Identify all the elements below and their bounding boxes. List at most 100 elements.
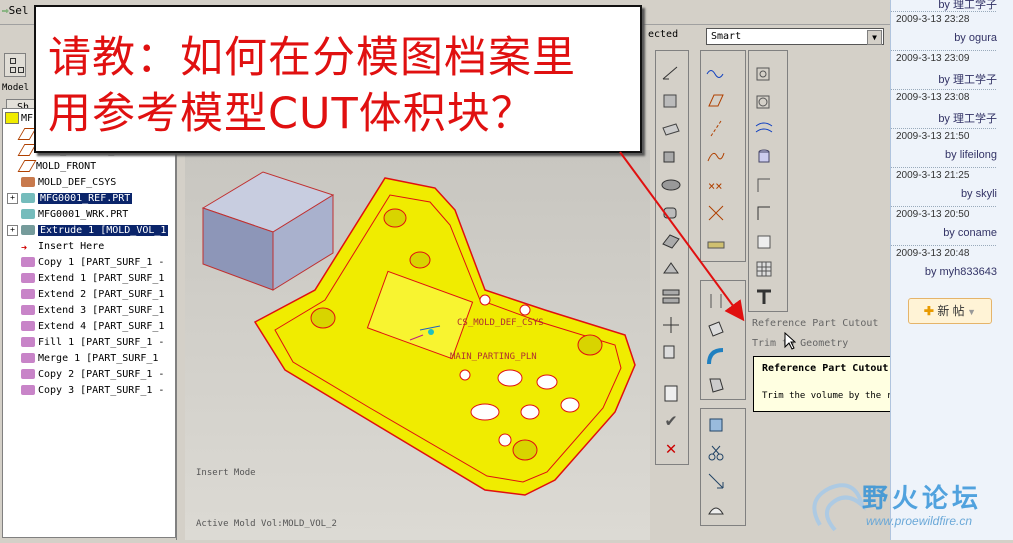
datum-plane-icon[interactable] <box>705 90 727 112</box>
expand-icon[interactable]: + <box>7 192 18 204</box>
tree-item-label: MFG0001_REF.PRT <box>38 193 133 204</box>
surface-icon[interactable] <box>753 118 775 140</box>
pattern-icon[interactable] <box>660 286 682 308</box>
oval-icon[interactable] <box>660 174 682 196</box>
tree-item[interactable]: ➜ Insert Here <box>21 239 104 255</box>
datum-curve-icon[interactable] <box>705 62 727 84</box>
analysis-icon[interactable] <box>705 230 727 252</box>
post-date: 2009-3-13 21:25 <box>896 170 970 181</box>
post-separator <box>891 128 996 129</box>
box-icon[interactable] <box>660 118 682 140</box>
surface-icon <box>21 337 35 347</box>
surface-patch-icon[interactable] <box>705 498 727 520</box>
tree-item-label: Insert Here <box>38 241 105 252</box>
post-date: 2009-3-13 21:50 <box>896 131 970 142</box>
new-post-button[interactable]: ✚ 新 帖 ▼ <box>908 298 992 324</box>
post-separator <box>891 206 996 207</box>
post-separator <box>891 50 996 51</box>
trim-to-geometry-item[interactable]: Trim to Geometry <box>752 338 848 349</box>
tree-item[interactable]: Fill 1 [PART_SURF_1 - <box>21 335 164 351</box>
t-shape-icon[interactable] <box>753 286 775 308</box>
post-author-link[interactable]: by myh833643 <box>925 266 997 278</box>
tree-item[interactable]: Extend 4 [PART_SURF_1 <box>21 319 164 335</box>
post-author-link[interactable]: by skyli <box>961 188 997 200</box>
tree-item[interactable]: MOLD_FRONT <box>17 159 97 175</box>
tree-item-label: Extrude 1 [MOLD_VOL_1 <box>38 225 169 236</box>
tree-item[interactable]: MOLD_DEF_CSYS <box>21 175 116 191</box>
tree-item-label: Fill 1 [PART_SURF_1 - <box>38 337 165 348</box>
mold-layout-icon[interactable] <box>753 90 775 112</box>
tree-item[interactable]: Copy 2 [PART_SURF_1 - <box>21 367 164 383</box>
tree-item-label: Copy 3 [PART_SURF_1 - <box>38 385 165 396</box>
part-icon <box>21 193 35 203</box>
sketch-icon[interactable] <box>660 62 682 84</box>
chevron-down-icon[interactable]: ▼ <box>867 30 882 45</box>
model-tab[interactable]: Model <box>2 83 29 93</box>
arrow-volume-icon[interactable] <box>705 470 727 492</box>
forum-sidebar: by 理工学子 2009-3-13 23:28 by ogura 2009-3-13… <box>890 0 1013 540</box>
post-author-link[interactable]: by lifeilong <box>945 149 997 161</box>
post-date: 2009-3-13 20:50 <box>896 209 970 220</box>
sketch-curve-icon[interactable] <box>705 146 727 168</box>
extrude-icon <box>21 225 35 235</box>
tree-item[interactable]: Copy 1 [PART_SURF_1 - <box>21 255 164 271</box>
expand-icon[interactable]: + <box>7 224 18 236</box>
tree-item[interactable]: Copy 3 [PART_SURF_1 - <box>21 383 164 399</box>
post-author-link[interactable]: by 理工学子 <box>938 71 997 87</box>
selection-filter-dropdown[interactable]: Smart ▼ <box>706 28 884 45</box>
draft-icon[interactable] <box>753 174 775 196</box>
cancel-icon[interactable]: ✕ <box>660 438 682 460</box>
csys-label: CS_MOLD_DEF_CSYS <box>457 318 544 328</box>
tree-item[interactable]: + MFG0001_REF.PRT <box>7 191 133 207</box>
datum-axis-icon[interactable] <box>705 118 727 140</box>
shell-block-icon[interactable] <box>753 230 775 252</box>
datum-plane-icon <box>17 160 37 172</box>
round-icon[interactable] <box>660 202 682 224</box>
split-icon[interactable] <box>705 290 727 312</box>
mirror-icon[interactable] <box>660 258 682 280</box>
tree-item[interactable]: Extend 3 [PART_SURF_1 <box>21 303 164 319</box>
sweep-icon[interactable] <box>705 346 727 368</box>
post-date: 2009-3-13 20:48 <box>896 248 970 259</box>
grid-icon[interactable] <box>753 258 775 280</box>
tree-item[interactable]: Extend 1 [PART_SURF_1 <box>21 271 164 287</box>
copy-icon[interactable] <box>660 342 682 364</box>
tree-root[interactable]: MF <box>5 111 33 127</box>
mold-base-icon[interactable] <box>753 62 775 84</box>
tree-item-label: Extend 3 [PART_SURF_1 <box>38 305 165 316</box>
filter-value: Smart <box>711 31 742 42</box>
post-date: 2009-3-13 23:28 <box>896 14 970 25</box>
tree-item[interactable]: MFG0001_WRK.PRT <box>21 207 128 223</box>
datum-point-icon[interactable]: ×× <box>705 174 727 196</box>
tree-item[interactable]: + Extrude 1 [MOLD_VOL_1 <box>7 223 169 239</box>
reorient-icon[interactable] <box>660 90 682 112</box>
announcement-line-2: 用参考模型CUT体积块？ <box>48 89 535 139</box>
volume-block-icon[interactable] <box>705 414 727 436</box>
scissors-icon[interactable] <box>705 442 727 464</box>
chevron-down-icon: ▼ <box>964 307 977 317</box>
reference-part-cutout-item[interactable]: Reference Part Cutout <box>752 318 878 329</box>
tree-item-label: Copy 2 [PART_SURF_1 - <box>38 369 165 380</box>
post-author-link[interactable]: by coname <box>943 227 997 239</box>
move-icon[interactable] <box>660 314 682 336</box>
post-author-link[interactable]: by 理工学子 <box>938 110 997 126</box>
tree-item[interactable]: Extend 2 [PART_SURF_1 <box>21 287 164 303</box>
post-author-link[interactable]: by ogura <box>954 32 997 44</box>
graphics-viewport[interactable] <box>185 150 650 540</box>
model-tree-icon[interactable] <box>4 53 26 77</box>
extrude-icon[interactable] <box>660 146 682 168</box>
cylinder-icon[interactable] <box>753 146 775 168</box>
svg-text:××: ×× <box>708 179 722 193</box>
trim-icon[interactable] <box>705 374 727 396</box>
cutout-icon[interactable] <box>705 318 727 340</box>
shell-icon[interactable] <box>660 230 682 252</box>
tree-item[interactable]: Merge 1 [PART_SURF_1 <box>21 351 158 367</box>
surface-icon <box>21 385 35 395</box>
csys-icon[interactable] <box>705 202 727 224</box>
rectangle-icon[interactable] <box>753 202 775 224</box>
clipboard-icon[interactable] <box>660 382 682 404</box>
checkmark-icon[interactable]: ✔ <box>660 410 682 432</box>
surface-icon <box>21 273 35 283</box>
tooltip-title: Reference Part Cutout <box>762 363 889 374</box>
tree-item-label: MOLD_FRONT <box>36 161 97 172</box>
